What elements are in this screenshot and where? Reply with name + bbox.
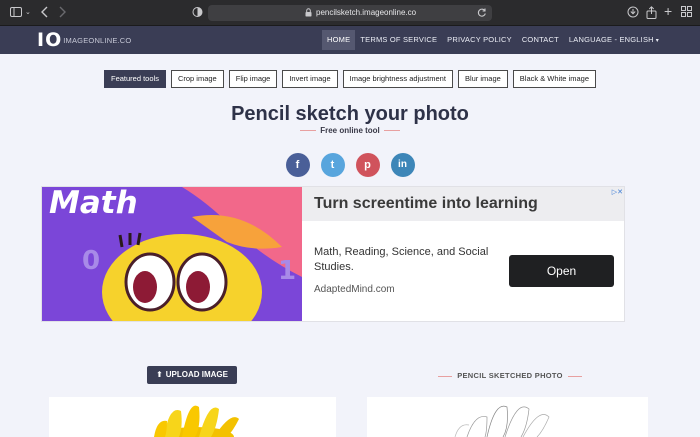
forward-icon[interactable]	[58, 6, 66, 18]
sidebar-toggle-icon[interactable]	[10, 6, 22, 18]
upload-image-button[interactable]: ⬆ UPLOAD IMAGE	[147, 366, 237, 384]
upload-icon: ⬆	[156, 370, 163, 379]
social-share: f t p in	[0, 153, 700, 177]
page-title: Pencil sketch your photo	[231, 103, 469, 125]
ad-body: Math, Reading, Science, and Social Studi…	[314, 246, 489, 273]
blur-image-button[interactable]: Blur image	[457, 70, 508, 88]
tab-overview-icon[interactable]	[681, 6, 692, 17]
ad-image-word: Math	[49, 187, 138, 221]
page-subtitle: Free online tool	[0, 126, 700, 135]
nav-home[interactable]: HOME	[322, 30, 356, 50]
nav-language-dropdown[interactable]: LANGUAGE - ENGLISH ▾	[564, 30, 664, 50]
invert-image-button[interactable]: Invert image	[282, 70, 338, 88]
logo-text: IMAGEONLINE.CO	[63, 36, 132, 45]
divider	[438, 375, 453, 377]
divider	[383, 130, 400, 132]
privacy-shield-icon[interactable]	[192, 6, 203, 18]
ad-open-button[interactable]: Open	[509, 255, 614, 287]
ad-header[interactable]: Turn screentime into learning ▷✕	[302, 187, 624, 221]
upload-label: UPLOAD IMAGE	[165, 370, 228, 379]
sketch-label-text: PENCIL SKETCHED PHOTO	[457, 371, 563, 380]
divider	[300, 130, 317, 132]
reload-icon[interactable]	[477, 7, 487, 18]
featured-tools-button[interactable]: Featured tools	[104, 70, 166, 88]
new-tab-icon[interactable]: +	[664, 4, 672, 18]
tools-row: Featured tools Crop image Flip image Inv…	[0, 70, 700, 88]
nav-privacy[interactable]: PRIVACY POLICY	[442, 30, 517, 50]
browser-toolbar: ⌄ pencilsketch.imageonline.co +	[0, 0, 700, 26]
site-header: IO IMAGEONLINE.CO HOME TERMS OF SERVICE …	[0, 26, 700, 54]
nav-terms[interactable]: TERMS OF SERVICE	[355, 30, 442, 50]
ad-domain[interactable]: AdaptedMind.com	[314, 284, 395, 295]
sketch-section-label: PENCIL SKETCHED PHOTO	[370, 371, 650, 380]
subtitle-text: Free online tool	[320, 126, 380, 135]
logo-mark: IO	[37, 29, 63, 51]
chevron-down-icon[interactable]: ⌄	[25, 6, 31, 20]
back-icon[interactable]	[41, 6, 49, 18]
lock-icon	[305, 8, 312, 17]
linkedin-icon[interactable]: in	[390, 153, 415, 177]
twitter-icon[interactable]: t	[320, 153, 345, 177]
site-logo[interactable]: IO IMAGEONLINE.CO	[37, 29, 131, 51]
language-label: LANGUAGE - ENGLISH	[568, 35, 654, 44]
advertisement[interactable]: 0 1 Math Turn screentime into learning ▷…	[41, 186, 625, 322]
sketch-image-panel[interactable]	[367, 397, 648, 437]
svg-text:1: 1	[278, 256, 296, 286]
sunflower-image	[154, 405, 239, 437]
caret-down-icon: ▾	[655, 38, 659, 44]
flip-image-button[interactable]: Flip image	[228, 70, 278, 88]
share-icon[interactable]	[646, 6, 657, 19]
black-white-button[interactable]: Black & White image	[512, 70, 596, 88]
original-image-panel[interactable]	[49, 397, 336, 437]
ad-image[interactable]: 0 1 Math	[42, 187, 302, 321]
ad-choices-icon[interactable]: ▷✕	[612, 188, 623, 196]
download-icon[interactable]	[627, 6, 639, 18]
url-text: pencilsketch.imageonline.co	[316, 8, 417, 17]
nav-contact[interactable]: CONTACT	[517, 30, 564, 50]
address-bar[interactable]: pencilsketch.imageonline.co	[208, 5, 492, 21]
main-nav: HOME TERMS OF SERVICE PRIVACY POLICY CON…	[322, 30, 664, 50]
divider	[567, 375, 582, 377]
facebook-icon[interactable]: f	[285, 153, 310, 177]
svg-text:0: 0	[82, 246, 100, 276]
pinterest-icon[interactable]: p	[355, 153, 380, 177]
sketch-image	[454, 405, 550, 437]
crop-image-button[interactable]: Crop image	[170, 70, 224, 88]
brightness-button[interactable]: Image brightness adjustment	[342, 70, 453, 88]
ad-headline[interactable]: Turn screentime into learning	[314, 195, 538, 213]
